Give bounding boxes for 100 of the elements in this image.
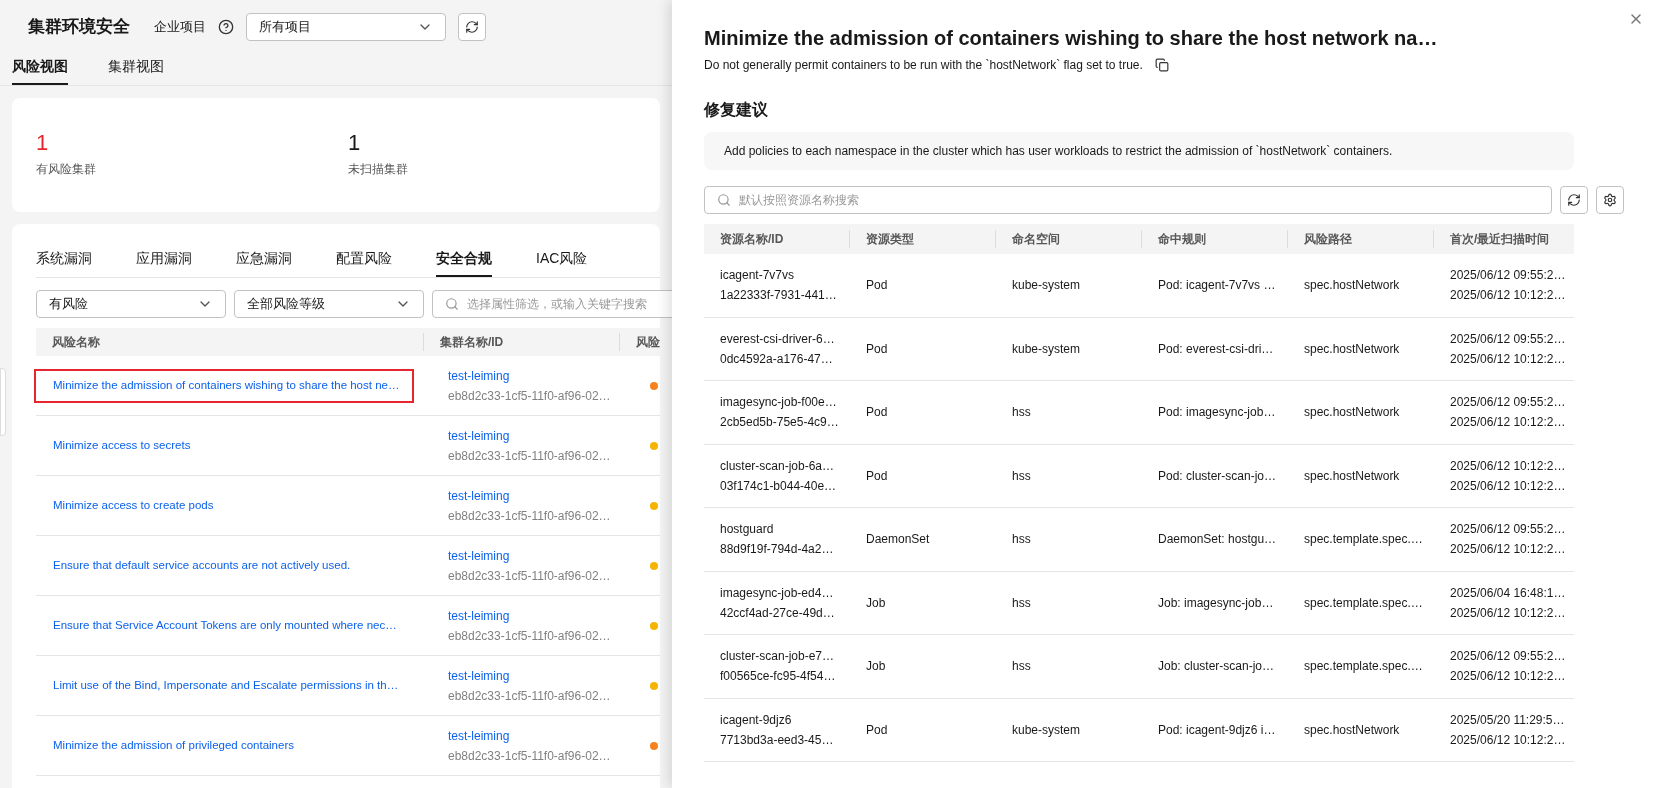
table-cell: Pod — [866, 278, 888, 293]
cluster-link[interactable]: test-leiming — [448, 546, 632, 565]
help-icon[interactable] — [218, 18, 234, 35]
table-cell: hss — [1012, 595, 1031, 610]
column-header: 风险名称 — [52, 335, 100, 349]
column-header: 资源类型 — [866, 232, 914, 246]
table-cell: Pod: imagesync-job… — [1158, 405, 1276, 420]
column-header: 资源名称/ID — [720, 232, 784, 246]
column-header: 风险 — [636, 335, 660, 349]
cluster-link[interactable]: test-leiming — [448, 606, 632, 625]
table-cell: spec.hostNetwork — [1304, 278, 1400, 293]
resource-name: everest-csi-driver-6… — [720, 330, 836, 348]
risk-name-link[interactable]: Minimize access to secrets — [53, 436, 191, 455]
project-select[interactable]: 所有项目 — [246, 12, 446, 41]
table-cell: Pod: icagent-9djz6 i… — [1158, 722, 1276, 737]
resource-id: 1a22333f-7931-441… — [720, 287, 838, 305]
cluster-link[interactable]: test-leiming — [448, 726, 632, 745]
cluster-link[interactable]: test-leiming — [448, 426, 632, 445]
resource-id: 0dc4592a-a176-47… — [720, 350, 834, 368]
table-cell: spec.hostNetwork — [1304, 341, 1400, 356]
cluster-id: eb8d2c33-1cf5-11f0-af96-02… — [448, 567, 612, 585]
risk-name-link[interactable]: Limit use of the Bind, Impersonate and Escalate permissions in th… — [53, 676, 399, 695]
section-title: 修复建议 — [704, 100, 769, 120]
level-select[interactable]: 全部风险等级 — [234, 290, 424, 318]
first-scan-time: 2025/06/12 09:55:2… — [1450, 267, 1567, 285]
table-cell: Pod — [866, 341, 888, 356]
table-cell: Pod: cluster-scan-jo… — [1158, 468, 1277, 483]
side-handle[interactable] — [0, 368, 6, 436]
resource-name: icagent-9djz6 — [720, 711, 793, 729]
resource-name: hostguard — [720, 521, 775, 539]
table-cell: kube-system — [1012, 722, 1081, 737]
settings-icon — [1603, 193, 1617, 207]
resource-search-field[interactable]: 默认按照资源名称搜索 — [704, 186, 1552, 214]
cluster-link[interactable]: test-leiming — [448, 366, 632, 385]
risk-name-link[interactable]: Minimize access to create pods — [53, 496, 214, 515]
column-header: 首次/最近扫描时间 — [1450, 232, 1550, 246]
risk-name-link[interactable]: Ensure that default service accounts are not actively used. — [53, 556, 351, 575]
status-select[interactable]: 有风险 — [36, 290, 226, 318]
last-scan-time: 2025/06/12 10:12:2… — [1450, 668, 1567, 686]
table-cell: hss — [1012, 405, 1031, 420]
cluster-id: eb8d2c33-1cf5-11f0-af96-02… — [448, 687, 612, 705]
cluster-id: eb8d2c33-1cf5-11f0-af96-02… — [448, 507, 612, 525]
table-cell: Job: imagesync-job… — [1158, 595, 1274, 610]
risk-tab[interactable]: 系统漏洞 — [36, 248, 92, 277]
table-cell: spec.template.spec.… — [1304, 595, 1423, 610]
first-scan-time: 2025/06/12 09:55:2… — [1450, 330, 1567, 348]
first-scan-time: 2025/06/12 09:55:2… — [1450, 394, 1567, 412]
resource-id: 2cb5ed5b-75e5-4c9… — [720, 414, 840, 432]
resource-id: 7713bd3a-eed3-45… — [720, 731, 835, 749]
table-cell: Pod — [866, 722, 888, 737]
resource-name: icagent-7v7vs — [720, 267, 796, 285]
resource-id: 42ccf4ad-27ce-49d… — [720, 604, 836, 622]
column-header: 集群名称/ID — [439, 335, 504, 349]
table-cell: Job: cluster-scan-jo… — [1158, 659, 1275, 674]
drawer-description: Do not generally permit containers to be run with the `hostNetwork` flag set to true. — [704, 57, 1143, 74]
cluster-link[interactable]: test-leiming — [448, 486, 632, 505]
search-icon — [717, 193, 731, 207]
suggestion-text: Add policies to each namespace in the cluster which has user workloads to restrict the admission of `hostNetwork` containers. — [724, 143, 1393, 160]
refresh-button[interactable] — [1560, 186, 1588, 214]
settings-button[interactable] — [1596, 186, 1624, 214]
resource-id: 88d9f19f-794d-4a2… — [720, 541, 835, 559]
table-cell: hss — [1012, 659, 1031, 674]
first-scan-time: 2025/05/20 11:29:5… — [1450, 711, 1566, 729]
table-cell: spec.hostNetwork — [1304, 722, 1400, 737]
table-cell: DaemonSet: hostgu… — [1158, 532, 1277, 547]
last-scan-time: 2025/06/12 10:12:2… — [1450, 287, 1567, 305]
risk-name-link[interactable]: Ensure that Service Account Tokens are only mounted where nec… — [53, 616, 397, 635]
resource-id: f00565ce-fc95-4f54… — [720, 668, 837, 686]
view-tab[interactable]: 集群视图 — [108, 56, 164, 85]
last-scan-time: 2025/06/12 10:12:2… — [1450, 541, 1567, 559]
risk-tab[interactable]: 配置风险 — [336, 248, 392, 277]
refresh-button[interactable] — [458, 12, 486, 41]
resource-id: 03f174c1-b044-40e… — [720, 477, 838, 495]
cluster-id: eb8d2c33-1cf5-11f0-af96-02… — [448, 447, 612, 465]
risk-tab[interactable]: 应急漏洞 — [236, 248, 292, 277]
risk-name-link[interactable]: Minimize the admission of privileged containers — [53, 736, 294, 755]
cluster-link[interactable]: test-leiming — [448, 666, 632, 685]
filter-search-field[interactable]: 选择属性筛选，或输入关键字搜索 — [432, 290, 672, 318]
cluster-id: eb8d2c33-1cf5-11f0-af96-02… — [448, 627, 612, 645]
cluster-id: eb8d2c33-1cf5-11f0-af96-02… — [448, 747, 612, 765]
risk-tab[interactable]: 安全合规 — [436, 248, 492, 277]
risk-name-link[interactable]: Minimize the admission of containers wishing to share the host ne… — [53, 376, 400, 395]
table-cell: spec.hostNetwork — [1304, 468, 1400, 483]
table-cell: hss — [1012, 468, 1031, 483]
view-tab[interactable]: 风险视图 — [12, 56, 68, 85]
resource-name: imagesync-job-ed4… — [720, 584, 835, 602]
risk-tab[interactable]: 应用漏洞 — [136, 248, 192, 277]
column-header: 风险路径 — [1304, 232, 1352, 246]
table-cell: spec.hostNetwork — [1304, 405, 1400, 420]
table-cell: Job — [866, 595, 886, 610]
risk-tab[interactable]: IAC风险 — [536, 248, 588, 277]
table-cell: kube-system — [1012, 341, 1081, 356]
column-header: 命名空间 — [1012, 232, 1060, 246]
table-cell: Pod — [866, 405, 888, 420]
last-scan-time: 2025/06/12 10:12:2… — [1450, 477, 1567, 495]
copy-icon[interactable] — [1154, 58, 1169, 72]
drawer-title: Minimize the admission of containers wishing to share the host network na… — [704, 26, 1439, 51]
resource-name: cluster-scan-job-e7… — [720, 648, 836, 666]
table-cell: Pod — [866, 468, 888, 483]
first-scan-time: 2025/06/12 10:12:2… — [1450, 457, 1567, 475]
